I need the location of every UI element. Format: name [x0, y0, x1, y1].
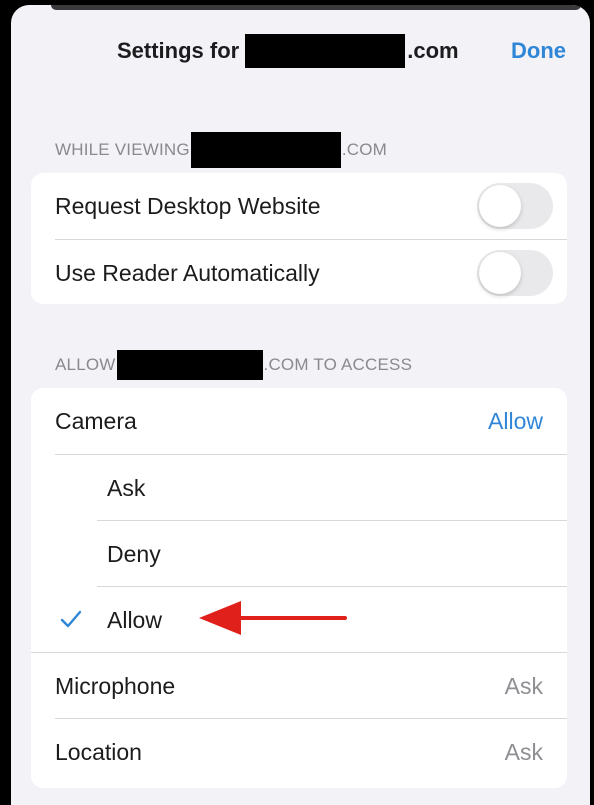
toggle-knob: [479, 252, 521, 294]
header-prefix: WHILE VIEWING: [55, 140, 190, 159]
red-arrow-icon: [199, 601, 347, 635]
checkmark-icon: [60, 610, 82, 628]
option-label: Allow: [107, 606, 162, 633]
done-button[interactable]: Done: [511, 33, 566, 69]
option-label: Ask: [107, 474, 146, 501]
microphone-value: Ask: [504, 672, 543, 699]
while-viewing-header: WHILE VIEWING .COM: [55, 132, 387, 168]
request-desktop-row[interactable]: Request Desktop Website: [31, 173, 567, 239]
option-label: Deny: [107, 540, 161, 567]
permissions-group: Camera Allow Ask Deny Allow Microphone A…: [31, 388, 567, 788]
row-label: Request Desktop Website: [55, 192, 321, 219]
location-value: Ask: [504, 738, 543, 765]
row-label: Camera: [55, 407, 137, 434]
request-desktop-toggle[interactable]: [477, 183, 553, 229]
row-label: Microphone: [55, 672, 176, 699]
title-prefix: Settings for: [117, 38, 240, 63]
camera-value: Allow: [488, 407, 543, 434]
redacted-domain: [245, 34, 406, 68]
header-suffix: .COM TO ACCESS: [263, 355, 413, 374]
title-suffix: .com: [407, 38, 459, 63]
toggle-knob: [479, 185, 521, 227]
allow-access-header: ALLOW .COM TO ACCESS: [55, 350, 412, 380]
header-suffix: .COM: [341, 140, 388, 159]
use-reader-toggle[interactable]: [477, 250, 553, 296]
location-row[interactable]: Location Ask: [31, 719, 567, 785]
viewing-options-group: Request Desktop Website Use Reader Autom…: [31, 173, 567, 304]
redacted-domain: [116, 350, 263, 380]
row-label: Use Reader Automatically: [55, 259, 320, 286]
camera-row[interactable]: Camera Allow: [31, 388, 567, 454]
use-reader-row[interactable]: Use Reader Automatically: [31, 240, 567, 304]
background-card-edge: [51, 5, 581, 10]
row-label: Location: [55, 738, 142, 765]
settings-sheet: Settings for .com Done WHILE VIEWING .CO…: [11, 5, 590, 805]
redacted-domain: [190, 132, 341, 168]
header-prefix: ALLOW: [55, 355, 116, 374]
microphone-row[interactable]: Microphone Ask: [31, 653, 567, 719]
camera-option-deny[interactable]: Deny: [31, 521, 567, 587]
camera-option-ask[interactable]: Ask: [31, 455, 567, 521]
page-title: Settings for .com: [117, 33, 459, 69]
